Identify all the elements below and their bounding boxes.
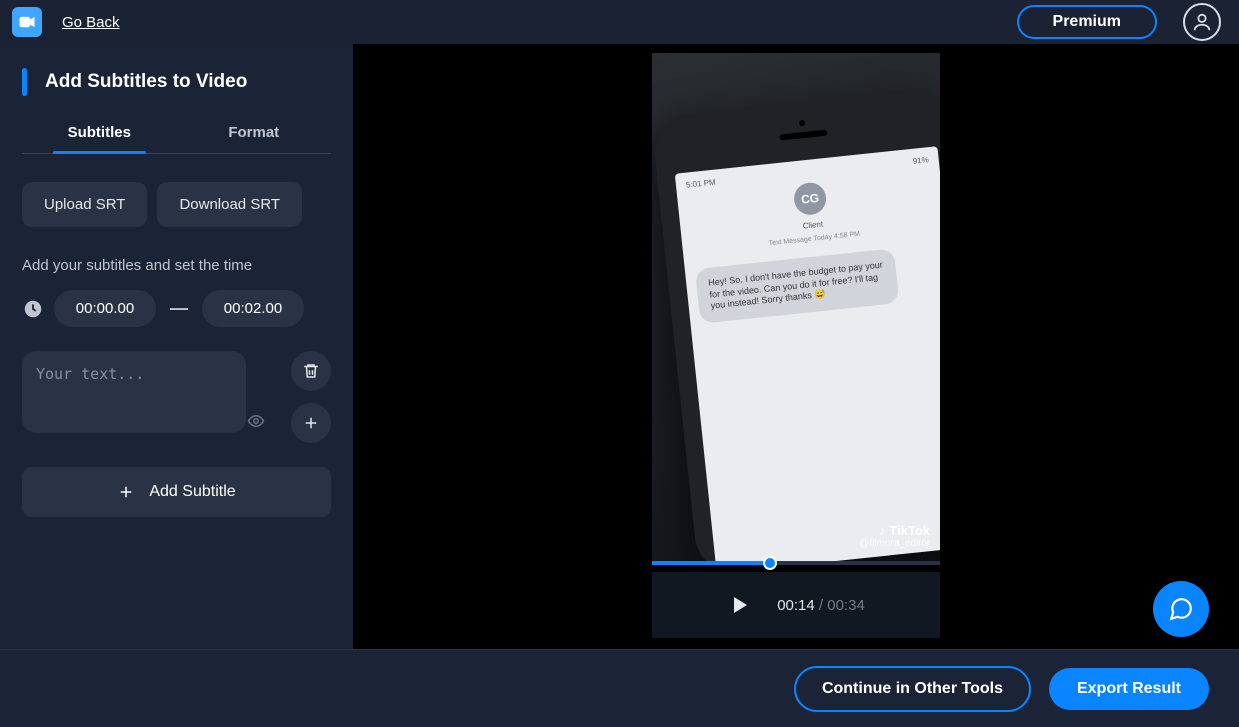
- time-current: 00:14: [777, 597, 815, 614]
- app-header: Go Back Premium: [0, 0, 1239, 44]
- trash-icon: [302, 362, 320, 380]
- time-end-input[interactable]: [202, 290, 304, 327]
- chat-help-icon: [1168, 596, 1194, 622]
- preview-canvas: 5:01 PM 91% CG Client Text Message Today…: [652, 53, 940, 561]
- phone-mockup: 5:01 PM 91% CG Client Text Message Today…: [652, 87, 940, 561]
- help-chat-button[interactable]: [1153, 581, 1209, 637]
- add-subtitle-button[interactable]: Add Subtitle: [22, 467, 331, 517]
- premium-button[interactable]: Premium: [1017, 5, 1157, 39]
- user-avatar-button[interactable]: [1183, 3, 1221, 41]
- video-preview-area: 5:01 PM 91% CG Client Text Message Today…: [353, 44, 1239, 649]
- time-start-input[interactable]: [54, 290, 156, 327]
- upload-srt-button[interactable]: Upload SRT: [22, 182, 147, 227]
- tab-subtitles[interactable]: Subtitles: [22, 124, 177, 153]
- video-progress-knob[interactable]: [763, 556, 777, 570]
- time-dash: —: [166, 298, 192, 319]
- logo-badge: [12, 7, 42, 37]
- user-avatar-icon: [1191, 11, 1213, 33]
- title-accent-bar: [22, 68, 27, 96]
- play-button[interactable]: [727, 593, 751, 617]
- add-subtitle-label: Add Subtitle: [149, 483, 235, 501]
- message-bubble: Hey! So, I don't have the budget to pay …: [695, 248, 900, 324]
- tab-format[interactable]: Format: [177, 124, 332, 153]
- continue-other-tools-button[interactable]: Continue in Other Tools: [794, 666, 1031, 712]
- export-result-button[interactable]: Export Result: [1049, 668, 1209, 710]
- delete-subtitle-button[interactable]: [291, 351, 331, 391]
- download-srt-button[interactable]: Download SRT: [157, 182, 302, 227]
- plus-icon: [302, 414, 320, 432]
- go-back-link[interactable]: Go Back: [62, 14, 120, 31]
- watermark-handle: @filmora_editor: [859, 538, 930, 549]
- watermark-brand: TikTok: [889, 523, 930, 538]
- video-logo-icon: [18, 13, 36, 31]
- add-subtitle-row-button[interactable]: [291, 403, 331, 443]
- phone-status-battery: 91%: [912, 155, 929, 166]
- time-total: 00:34: [827, 597, 865, 614]
- subtitle-text-input[interactable]: [22, 351, 246, 433]
- plus-icon: [117, 483, 135, 501]
- contact-initials-badge: CG: [793, 181, 828, 216]
- time-sep: /: [815, 597, 828, 614]
- footer-bar: Continue in Other Tools Export Result: [0, 649, 1239, 727]
- watermark: ♪ TikTok @filmora_editor: [859, 523, 930, 549]
- time-display: 00:14 / 00:34: [777, 597, 865, 614]
- video-progress-track[interactable]: [652, 561, 940, 565]
- video-controls-bar: 00:14 / 00:34: [652, 572, 940, 638]
- subtitle-instruction: Add your subtitles and set the time: [22, 257, 331, 274]
- page-title: Add Subtitles to Video: [45, 71, 247, 93]
- visibility-icon: [247, 412, 265, 430]
- video-progress-fill: [652, 561, 770, 565]
- clock-icon: [22, 298, 44, 320]
- sidebar-tabs: Subtitles Format: [22, 124, 331, 154]
- sidebar-panel: Add Subtitles to Video Subtitles Format …: [0, 44, 353, 649]
- phone-status-time: 5:01 PM: [686, 178, 717, 190]
